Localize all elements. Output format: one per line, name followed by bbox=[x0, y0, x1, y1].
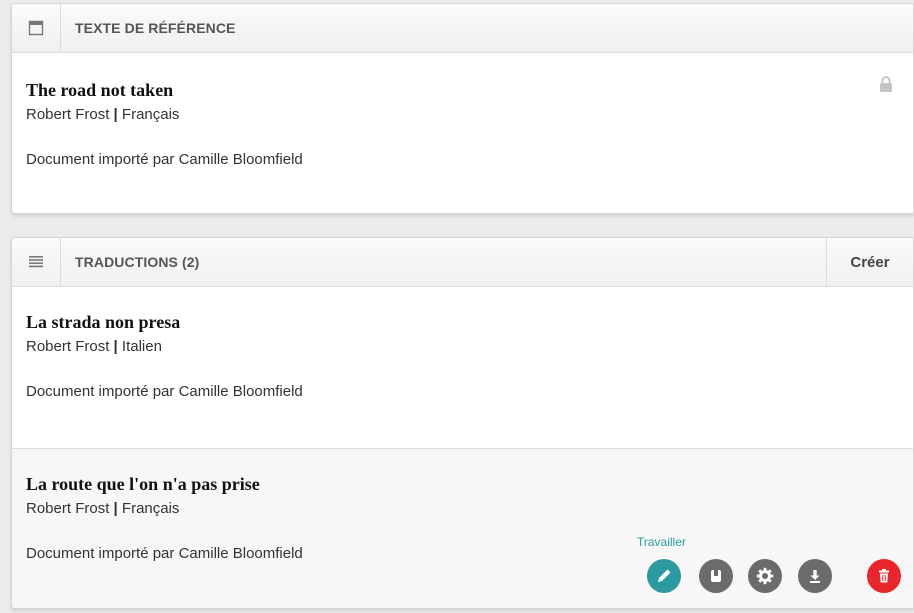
document-author: Robert Frost bbox=[26, 500, 110, 517]
view-button[interactable] bbox=[699, 559, 733, 593]
document-title[interactable]: The road not taken bbox=[26, 79, 899, 101]
document-icon bbox=[12, 4, 61, 52]
lock-icon bbox=[879, 75, 893, 98]
meta-separator: | bbox=[113, 106, 118, 123]
list-icon bbox=[12, 238, 61, 286]
pencil-icon bbox=[655, 567, 673, 585]
reference-document[interactable]: The road not taken Robert Frost | França… bbox=[12, 53, 913, 213]
meta-separator: | bbox=[113, 500, 118, 517]
translations-panel-header: TRADUCTIONS (2) Créer bbox=[12, 238, 913, 287]
document-meta: Robert Frost | Français bbox=[26, 499, 899, 518]
document-author: Robert Frost bbox=[26, 106, 110, 123]
translations-panel-title: TRADUCTIONS (2) bbox=[75, 254, 200, 270]
delete-button[interactable] bbox=[867, 559, 901, 593]
translations-panel: TRADUCTIONS (2) Créer La strada non pres… bbox=[11, 237, 914, 609]
document-import-info: Document importé par Camille Bloomfield bbox=[26, 383, 303, 400]
work-button[interactable] bbox=[647, 559, 681, 593]
document-title[interactable]: La strada non presa bbox=[26, 311, 899, 333]
document-meta: Robert Frost | Français bbox=[26, 105, 899, 124]
work-tooltip: Travailler bbox=[637, 535, 686, 549]
document-actions: Travailler bbox=[636, 535, 901, 599]
document-language: Italien bbox=[121, 338, 162, 355]
settings-button[interactable] bbox=[748, 559, 782, 593]
download-button[interactable] bbox=[798, 559, 832, 593]
create-translation-button[interactable]: Créer bbox=[826, 238, 913, 286]
gear-icon bbox=[755, 566, 775, 586]
document-author: Robert Frost bbox=[26, 338, 110, 355]
translation-item[interactable]: La strada non presa Robert Frost | Itali… bbox=[12, 287, 913, 449]
book-icon bbox=[707, 567, 725, 585]
download-icon bbox=[806, 567, 824, 585]
document-language: Français bbox=[121, 106, 180, 123]
document-import-info: Document importé par Camille Bloomfield bbox=[26, 151, 303, 168]
document-language: Français bbox=[121, 500, 180, 517]
reference-text-panel: TEXTE DE RÉFÉRENCE The road not taken Ro… bbox=[11, 3, 914, 214]
translation-item[interactable]: La route que l'on n'a pas prise Robert F… bbox=[12, 449, 913, 608]
document-title[interactable]: La route que l'on n'a pas prise bbox=[26, 473, 899, 495]
reference-panel-title: TEXTE DE RÉFÉRENCE bbox=[75, 20, 236, 36]
trash-icon bbox=[875, 567, 893, 585]
meta-separator: | bbox=[113, 338, 118, 355]
reference-panel-header: TEXTE DE RÉFÉRENCE bbox=[12, 4, 913, 53]
document-meta: Robert Frost | Italien bbox=[26, 337, 899, 356]
